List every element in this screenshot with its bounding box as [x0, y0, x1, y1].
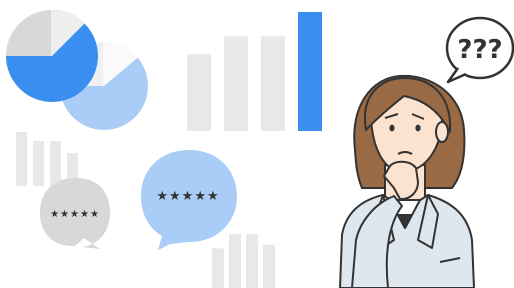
pie-chart-large-blue	[6, 10, 98, 102]
bars-bottom-bar-1	[229, 234, 241, 288]
eye-left	[389, 124, 395, 132]
rating-bubble-large: ★★★★★	[141, 150, 237, 250]
bars-bottom-bar-2	[246, 234, 258, 288]
thought-bubble-text: ???	[457, 35, 502, 65]
illustration-scene: ★★★★★ ★★★★★ ???	[6, 10, 514, 288]
bars-left-bar-0	[16, 132, 27, 186]
bars-top-bar-1	[224, 36, 248, 131]
ear	[435, 121, 449, 143]
bars-top-bar-0	[187, 54, 211, 132]
bars-bottom-bar-0	[212, 248, 224, 288]
rating-bubble-large-stars: ★★★★★	[156, 189, 219, 204]
eye-right	[415, 124, 421, 132]
bars-left-bar-2	[50, 141, 61, 186]
bars-top-bar-3	[298, 11, 322, 132]
rating-bubble-small-stars: ★★★★★	[50, 209, 100, 220]
rating-bubble-small: ★★★★★	[40, 178, 110, 249]
pie-blue-slice-1	[6, 10, 52, 56]
confused-woman-figure	[339, 74, 475, 288]
bar-chart-bottom	[212, 234, 275, 288]
bar-chart-top	[187, 11, 322, 132]
bars-bottom-bar-3	[263, 244, 275, 288]
bars-top-bar-2	[261, 36, 285, 131]
bars-left-bar-1	[33, 141, 44, 186]
bar-chart-left	[16, 132, 78, 186]
thought-bubble: ???	[445, 16, 514, 84]
